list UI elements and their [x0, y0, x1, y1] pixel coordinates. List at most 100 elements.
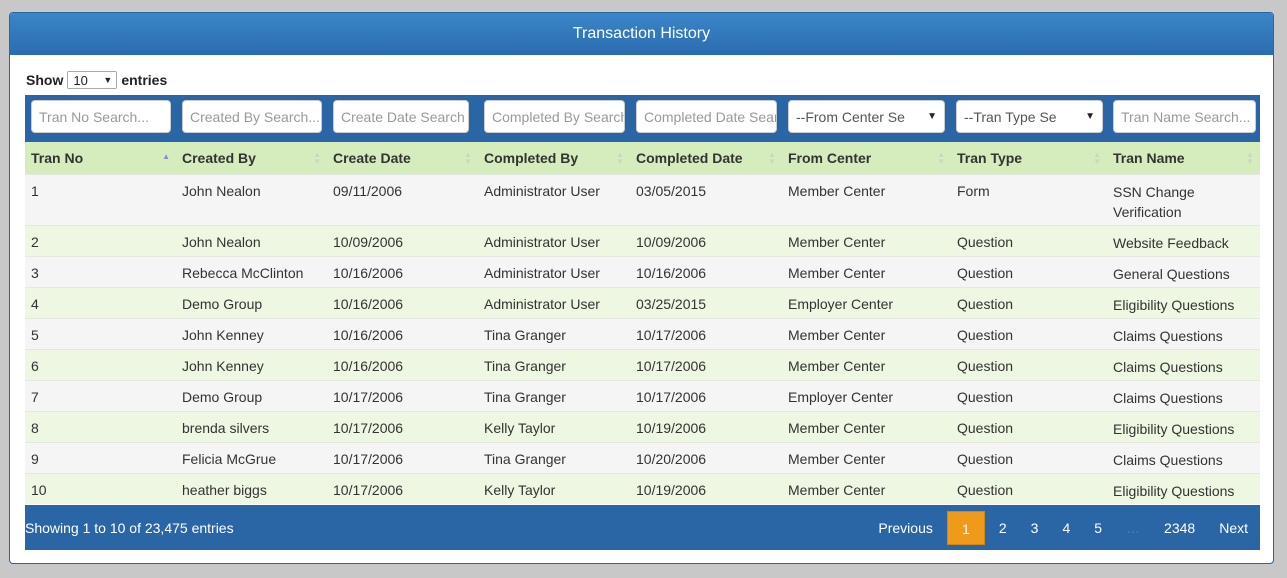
- cell-tran-type: Question: [951, 317, 1107, 349]
- tran-name-search-input[interactable]: Tran Name Search...: [1113, 100, 1256, 133]
- cell-completed-date: 03/05/2015: [630, 173, 782, 225]
- cell-from-center: Member Center: [782, 173, 951, 225]
- page-length-control: Show 10 ▼ entries: [26, 71, 167, 89]
- table-row[interactable]: 8 brenda silvers 10/17/2006 Kelly Taylor 10/…: [25, 410, 1260, 442]
- completed-by-search-placeholder: Completed By Search: [492, 108, 625, 125]
- page-button-4[interactable]: 4: [1050, 511, 1082, 545]
- cell-create-date: 10/17/2006: [327, 441, 478, 473]
- cell-tran-no: 5: [25, 317, 176, 349]
- table-footer: Showing 1 to 10 of 23,475 entries Previo…: [25, 505, 1260, 550]
- cell-created-by: John Nealon: [176, 224, 327, 256]
- cell-from-center: Member Center: [782, 472, 951, 504]
- cell-tran-type: Question: [951, 379, 1107, 411]
- column-header-completed-by[interactable]: Completed By ▲ ▼: [478, 142, 630, 174]
- cell-tran-name: Claims Questions: [1107, 441, 1260, 473]
- cell-tran-type: Question: [951, 286, 1107, 318]
- cell-create-date: 10/09/2006: [327, 224, 478, 256]
- entries-label: entries: [121, 72, 168, 88]
- page-length-select[interactable]: 10 ▼: [67, 71, 118, 89]
- cell-tran-no: 6: [25, 348, 176, 380]
- table-header-row: Tran No ▲ Created By ▲ ▼ Create Date ▲ ▼ Comp…: [25, 142, 1260, 174]
- column-header-from-center[interactable]: From Center ▲ ▼: [782, 142, 951, 174]
- create-date-search-input[interactable]: Create Date Search: [333, 100, 469, 133]
- column-header-create-date[interactable]: Create Date ▲ ▼: [327, 142, 478, 174]
- cell-tran-no: 3: [25, 255, 176, 287]
- table-row[interactable]: 10 heather biggs 10/17/2006 Kelly Taylor 10/…: [25, 472, 1260, 504]
- table-row[interactable]: 5 John Kenney 10/16/2006 Tina Granger 10/17/…: [25, 317, 1260, 349]
- tran-name-search-placeholder: Tran Name Search...: [1121, 108, 1251, 125]
- column-header-created-by[interactable]: Created By ▲ ▼: [176, 142, 327, 174]
- pagination: Previous 1 2 3 4 5 … 2348 Next: [866, 505, 1260, 550]
- tran-type-selected: --Tran Type Se: [964, 108, 1057, 125]
- cell-completed-date: 10/17/2006: [630, 379, 782, 411]
- show-label: Show: [26, 72, 64, 88]
- cell-tran-type: Question: [951, 255, 1107, 287]
- table-row[interactable]: 2 John Nealon 10/09/2006 Administrator User…: [25, 224, 1260, 256]
- page-button-5[interactable]: 5: [1082, 511, 1114, 545]
- cell-tran-name: Claims Questions: [1107, 379, 1260, 411]
- cell-created-by: brenda silvers: [176, 410, 327, 442]
- cell-create-date: 10/17/2006: [327, 472, 478, 504]
- column-header-tran-no[interactable]: Tran No ▲: [25, 142, 176, 174]
- cell-tran-no: 8: [25, 410, 176, 442]
- cell-created-by: John Kenney: [176, 348, 327, 380]
- page-button-1[interactable]: 1: [946, 510, 985, 545]
- cell-created-by: John Kenney: [176, 317, 327, 349]
- cell-completed-by: Administrator User: [478, 255, 630, 287]
- sort-asc-icon: ▲: [162, 152, 170, 161]
- cell-from-center: Member Center: [782, 317, 951, 349]
- cell-tran-name: Eligibility Questions: [1107, 286, 1260, 318]
- column-header-tran-type[interactable]: Tran Type ▲ ▼: [951, 142, 1107, 174]
- cell-completed-by: Tina Granger: [478, 317, 630, 349]
- cell-tran-type: Question: [951, 224, 1107, 256]
- column-header-tran-name[interactable]: Tran Name ▲ ▼: [1107, 142, 1260, 174]
- cell-completed-by: Administrator User: [478, 224, 630, 256]
- cell-tran-type: Question: [951, 348, 1107, 380]
- table-row[interactable]: 1 John Nealon 09/11/2006 Administrator User…: [25, 173, 1260, 225]
- cell-tran-name: General Questions: [1107, 255, 1260, 287]
- cell-completed-by: Administrator User: [478, 173, 630, 225]
- cell-completed-by: Kelly Taylor: [478, 410, 630, 442]
- completed-date-search-input[interactable]: Completed Date Search: [636, 100, 777, 133]
- cell-create-date: 10/17/2006: [327, 379, 478, 411]
- caret-down-icon: ▼: [927, 111, 937, 122]
- cell-tran-type: Question: [951, 410, 1107, 442]
- cell-created-by: John Nealon: [176, 173, 327, 225]
- next-page-button[interactable]: Next: [1207, 511, 1260, 545]
- sort-both-icon: ▲ ▼: [937, 150, 945, 166]
- caret-down-icon: ▼: [1085, 111, 1095, 122]
- column-filter-bar: Tran No Search... Created By Search... C…: [25, 95, 1260, 142]
- panel-title: Transaction History: [10, 13, 1273, 55]
- cell-completed-date: 03/25/2015: [630, 286, 782, 318]
- sort-both-icon: ▲ ▼: [464, 150, 472, 166]
- cell-completed-date: 10/19/2006: [630, 410, 782, 442]
- created-by-search-input[interactable]: Created By Search...: [182, 100, 322, 133]
- tran-type-select[interactable]: --Tran Type Se ▼: [956, 100, 1103, 133]
- cell-create-date: 10/16/2006: [327, 348, 478, 380]
- cell-tran-type: Question: [951, 472, 1107, 504]
- table-row[interactable]: 6 John Kenney 10/16/2006 Tina Granger 10/17/…: [25, 348, 1260, 380]
- table-row[interactable]: 3 Rebecca McClinton 10/16/2006 Administrato…: [25, 255, 1260, 287]
- page-button-3[interactable]: 3: [1019, 511, 1051, 545]
- cell-completed-date: 10/19/2006: [630, 472, 782, 504]
- cell-create-date: 10/16/2006: [327, 317, 478, 349]
- completed-by-search-input[interactable]: Completed By Search: [484, 100, 625, 133]
- cell-created-by: Felicia McGrue: [176, 441, 327, 473]
- sort-both-icon: ▲ ▼: [616, 150, 624, 166]
- from-center-select[interactable]: --From Center Se ▼: [788, 100, 945, 133]
- previous-page-button[interactable]: Previous: [866, 511, 944, 545]
- cell-created-by: Demo Group: [176, 286, 327, 318]
- cell-from-center: Member Center: [782, 441, 951, 473]
- table-row[interactable]: 7 Demo Group 10/17/2006 Tina Granger 10/17/2…: [25, 379, 1260, 411]
- column-header-completed-date[interactable]: Completed Date ▲ ▼: [630, 142, 782, 174]
- table-row[interactable]: 9 Felicia McGrue 10/17/2006 Tina Granger 10/…: [25, 441, 1260, 473]
- page-button-2[interactable]: 2: [987, 511, 1019, 545]
- sort-both-icon: ▲ ▼: [1246, 150, 1254, 166]
- tran-no-search-placeholder: Tran No Search...: [39, 108, 149, 125]
- tran-no-search-input[interactable]: Tran No Search...: [31, 100, 171, 133]
- cell-from-center: Employer Center: [782, 286, 951, 318]
- page-button-last[interactable]: 2348: [1152, 511, 1207, 545]
- cell-completed-date: 10/16/2006: [630, 255, 782, 287]
- table-row[interactable]: 4 Demo Group 10/16/2006 Administrator User 0…: [25, 286, 1260, 318]
- cell-tran-name: Website Feedback: [1107, 224, 1260, 256]
